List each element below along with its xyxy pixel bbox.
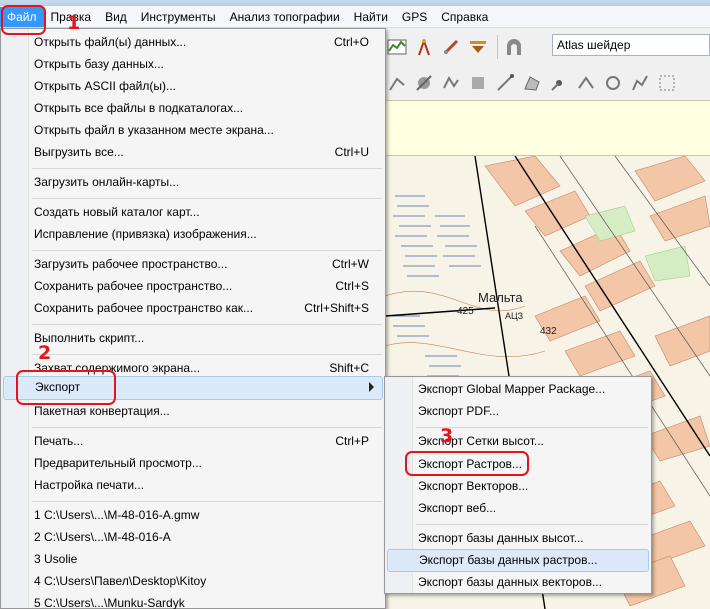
tower-icon[interactable] bbox=[412, 35, 436, 59]
path-tool-icon[interactable] bbox=[628, 71, 652, 95]
menu-item-online-maps[interactable]: Загрузить онлайн-карты... bbox=[3, 172, 383, 194]
menu-search[interactable]: Найти bbox=[347, 7, 395, 27]
menu-item-rectify-image[interactable]: Исправление (привязка) изображения... bbox=[3, 224, 383, 246]
menu-tools[interactable]: Инструменты bbox=[134, 7, 223, 27]
menu-help[interactable]: Справка bbox=[434, 7, 495, 27]
toolbar-row-2 bbox=[385, 66, 682, 100]
menu-bar: Файл Правка Вид Инструменты Анализ топог… bbox=[0, 6, 710, 28]
submenu-item-export-pdf[interactable]: Экспорт PDF... bbox=[387, 401, 649, 423]
submenu-item-export-vector-db[interactable]: Экспорт базы данных векторов... bbox=[387, 572, 649, 594]
annotation-box-export-raster bbox=[405, 451, 529, 476]
submenu-item-export-web[interactable]: Экспорт веб... bbox=[387, 498, 649, 520]
menu-item-save-workspace-as[interactable]: Сохранить рабочее пространство как... Ctr… bbox=[3, 298, 383, 320]
menu-item-print-preview[interactable]: Предварительный просмотр... bbox=[3, 453, 383, 475]
menu-view[interactable]: Вид bbox=[98, 7, 134, 27]
menu-item-run-script[interactable]: Выполнить скрипт... bbox=[3, 328, 383, 350]
pencil-icon[interactable] bbox=[439, 35, 463, 59]
export-submenu: Экспорт Global Mapper Package... Экспорт… bbox=[384, 376, 652, 594]
layer-down-icon[interactable] bbox=[466, 35, 490, 59]
file-menu-dropdown: Открыть файл(ы) данных... Ctrl+O Открыть … bbox=[0, 28, 386, 609]
map-place-name: Мальта bbox=[478, 290, 523, 305]
map-elevation-label: 432 bbox=[540, 326, 557, 337]
annotation-box-file-menu bbox=[1, 5, 46, 35]
edit-tool-icon[interactable] bbox=[439, 71, 463, 95]
annotation-box-export bbox=[16, 370, 116, 405]
menu-item-recent-file[interactable]: 1 C:\Users\...\M-48-016-A.gmw bbox=[3, 505, 383, 527]
menu-terrain-analysis[interactable]: Анализ топографии bbox=[223, 7, 347, 27]
menu-item-save-workspace[interactable]: Сохранить рабочее пространство... Ctrl+S bbox=[3, 276, 383, 298]
submenu-item-export-vector[interactable]: Экспорт Векторов... bbox=[387, 476, 649, 498]
menu-item-print-setup[interactable]: Настройка печати... bbox=[3, 475, 383, 497]
submenu-item-export-elevation-db[interactable]: Экспорт базы данных высот... bbox=[387, 528, 649, 550]
toolbar-area: Atlas шейдер bbox=[385, 28, 710, 100]
menu-item-new-catalog[interactable]: Создать новый каталог карт... bbox=[3, 202, 383, 224]
menu-item-recent-file[interactable]: 3 Usolie bbox=[3, 549, 383, 571]
map-elevation-label: 425 bbox=[457, 306, 474, 317]
area-tool-icon[interactable] bbox=[520, 71, 544, 95]
menu-item-open-ascii[interactable]: Открыть ASCII файл(ы)... bbox=[3, 76, 383, 98]
info-strip bbox=[385, 100, 710, 156]
feature-tool-icon[interactable] bbox=[466, 71, 490, 95]
line-tool-icon[interactable] bbox=[493, 71, 517, 95]
menu-item-recent-file[interactable]: 2 C:\Users\...\M-48-016-A bbox=[3, 527, 383, 549]
menu-item-recent-file[interactable]: 5 C:\Users\...\Munku-Sardyk bbox=[3, 593, 383, 609]
point-tool-icon[interactable] bbox=[547, 71, 571, 95]
digitize-tool-icon[interactable] bbox=[412, 71, 436, 95]
submenu-item-export-raster-db[interactable]: Экспорт базы данных растров... bbox=[387, 549, 649, 572]
measure-tool-icon[interactable] bbox=[385, 71, 409, 95]
menu-item-unload-all[interactable]: Выгрузить все... Ctrl+U bbox=[3, 142, 383, 164]
move-tool-icon[interactable] bbox=[574, 71, 598, 95]
menu-item-print[interactable]: Печать... Ctrl+P bbox=[3, 431, 383, 453]
rotate-tool-icon[interactable] bbox=[601, 71, 625, 95]
submenu-item-export-elevation-grid[interactable]: Экспорт Сетки высот... bbox=[387, 431, 649, 453]
annotation-step-2: 2 bbox=[38, 342, 52, 364]
annotation-step-3: 3 bbox=[440, 425, 454, 447]
arch-icon[interactable] bbox=[502, 35, 526, 59]
menu-item-open-database[interactable]: Открыть базу данных... bbox=[3, 54, 383, 76]
menu-gps[interactable]: GPS bbox=[395, 7, 434, 27]
menu-item-open-data[interactable]: Открыть файл(ы) данных... Ctrl+O bbox=[3, 32, 383, 54]
select-tool-icon[interactable] bbox=[655, 71, 679, 95]
map-feature-label: АЦЗ bbox=[505, 311, 524, 321]
menu-item-load-workspace[interactable]: Загрузить рабочее пространство... Ctrl+W bbox=[3, 254, 383, 276]
menu-item-open-subfolders[interactable]: Открыть все файлы в подкаталогах... bbox=[3, 98, 383, 120]
annotation-step-1: 1 bbox=[67, 12, 81, 34]
toolbar-row-1 bbox=[385, 30, 529, 64]
menu-item-open-at-location[interactable]: Открыть файл в указанном месте экрана... bbox=[3, 120, 383, 142]
shader-select[interactable]: Atlas шейдер bbox=[552, 34, 710, 56]
menu-item-recent-file[interactable]: 4 C:\Users\Павел\Desktop\Kitoy bbox=[3, 571, 383, 593]
submenu-arrow-icon bbox=[369, 382, 374, 392]
profile-icon[interactable] bbox=[385, 35, 409, 59]
submenu-item-export-gm-package[interactable]: Экспорт Global Mapper Package... bbox=[387, 379, 649, 401]
